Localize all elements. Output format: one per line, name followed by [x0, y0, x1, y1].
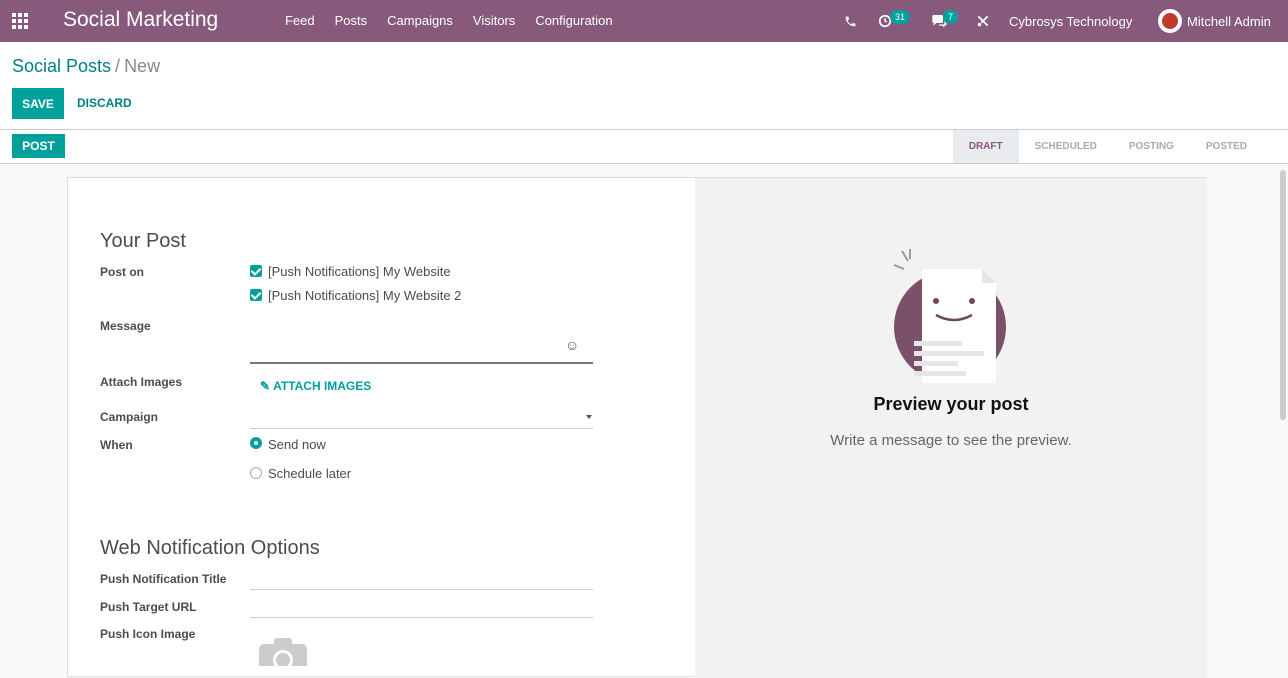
- post-on-label: Post on: [100, 265, 144, 279]
- account-checkbox-1[interactable]: [250, 265, 262, 277]
- activity-count-badge: 31: [890, 10, 911, 24]
- breadcrumb-current: New: [124, 56, 161, 76]
- app-title[interactable]: Social Marketing: [63, 8, 218, 32]
- account-checkbox-2[interactable]: [250, 289, 262, 301]
- company-switcher[interactable]: Cybrosys Technology: [1009, 0, 1132, 42]
- preview-subtitle: Write a message to see the preview.: [830, 432, 1072, 449]
- discard-button[interactable]: DISCARD: [77, 96, 132, 110]
- attach-images-text: ATTACH IMAGES: [273, 379, 372, 393]
- menu-posts[interactable]: Posts: [335, 13, 368, 28]
- send-now-radio[interactable]: [250, 437, 262, 449]
- message-label: Message: [100, 319, 151, 333]
- stage-draft[interactable]: DRAFT: [952, 130, 1019, 163]
- push-title-input[interactable]: [250, 589, 593, 590]
- message-count-badge: 7: [943, 10, 959, 24]
- menu-configuration[interactable]: Configuration: [535, 13, 612, 28]
- main-menu: Feed Posts Campaigns Visitors Configurat…: [285, 13, 633, 28]
- post-preview-panel: Preview your post Write a message to see…: [695, 178, 1207, 678]
- post-button[interactable]: POST: [12, 134, 65, 158]
- top-navbar: Social Marketing Feed Posts Campaigns Vi…: [0, 0, 1288, 42]
- message-textarea[interactable]: [250, 318, 593, 364]
- attach-images-label: Attach Images: [100, 375, 183, 389]
- push-url-label: Push Target URL: [100, 600, 197, 614]
- scrollbar[interactable]: [1280, 170, 1286, 420]
- campaign-select[interactable]: [250, 428, 593, 429]
- menu-feed[interactable]: Feed: [285, 13, 315, 28]
- breadcrumb: Social Posts / New: [12, 56, 160, 77]
- emoji-icon[interactable]: ☺: [565, 337, 579, 353]
- caret-down-icon[interactable]: [586, 415, 592, 419]
- menu-campaigns[interactable]: Campaigns: [387, 13, 453, 28]
- user-menu[interactable]: Mitchell Admin: [1187, 0, 1271, 42]
- phone-icon[interactable]: [844, 0, 857, 42]
- account-label-1: [Push Notifications] My Website: [268, 264, 451, 279]
- form-sheet: Your Post Post on [Push Notifications] M…: [67, 177, 1207, 678]
- push-title-label: Push Notification Title: [100, 572, 227, 586]
- status-bar: POST DRAFT SCHEDULED POSTING POSTED: [0, 130, 1288, 164]
- section-web-notification: Web Notification Options: [100, 537, 320, 559]
- push-url-input[interactable]: [250, 617, 593, 618]
- attach-images-button[interactable]: ✎ ATTACH IMAGES: [260, 379, 371, 393]
- schedule-later-label: Schedule later: [268, 466, 352, 481]
- user-avatar[interactable]: [1158, 0, 1182, 42]
- section-your-post: Your Post: [100, 230, 186, 252]
- schedule-later-radio[interactable]: [250, 467, 262, 479]
- send-now-label: Send now: [268, 437, 326, 452]
- stage-pipeline: DRAFT SCHEDULED POSTING POSTED: [952, 130, 1263, 163]
- paperclip-icon: ✎: [260, 379, 271, 393]
- apps-menu-icon[interactable]: [12, 13, 30, 29]
- preview-title: Preview your post: [873, 394, 1029, 414]
- activity-clock-icon[interactable]: [878, 0, 892, 42]
- stage-posted[interactable]: POSTED: [1190, 130, 1263, 163]
- when-label: When: [100, 438, 133, 452]
- push-icon-label: Push Icon Image: [100, 627, 196, 641]
- debug-tools-icon[interactable]: [976, 0, 990, 42]
- stage-posting[interactable]: POSTING: [1113, 130, 1190, 163]
- control-panel: Social Posts / New SAVE DISCARD: [0, 42, 1288, 130]
- preview-illustration: [892, 249, 1012, 392]
- save-button[interactable]: SAVE: [12, 88, 64, 119]
- campaign-label: Campaign: [100, 410, 159, 424]
- camera-icon[interactable]: [257, 636, 309, 674]
- account-label-2: [Push Notifications] My Website 2: [268, 288, 462, 303]
- breadcrumb-separator: /: [115, 56, 121, 76]
- menu-visitors[interactable]: Visitors: [473, 13, 515, 28]
- stage-scheduled[interactable]: SCHEDULED: [1019, 130, 1113, 163]
- breadcrumb-social-posts[interactable]: Social Posts: [12, 56, 111, 76]
